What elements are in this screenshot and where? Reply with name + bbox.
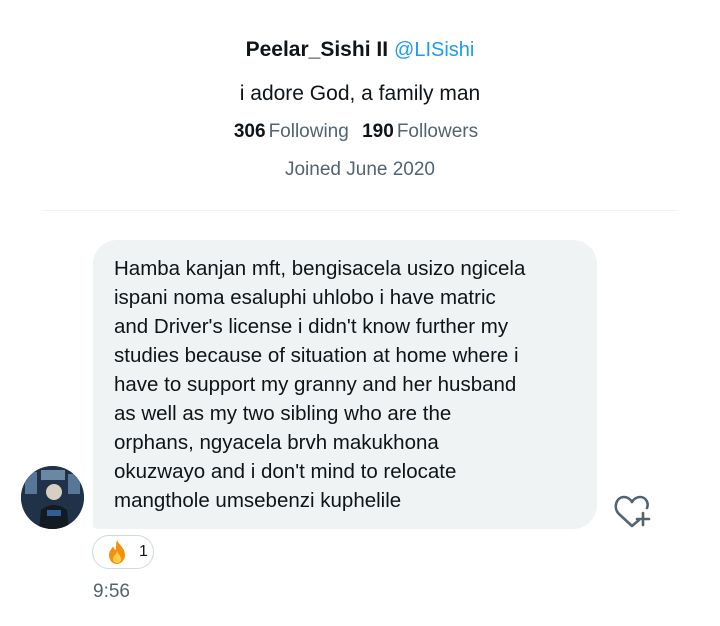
message-timestamp: 9:56 bbox=[93, 581, 130, 602]
message-bubble[interactable]: Hamba kanjan mft, bengisacela usizo ngic… bbox=[93, 240, 597, 529]
joined-date: Joined June 2020 bbox=[284, 159, 435, 180]
following-label: Following bbox=[268, 121, 349, 142]
profile-bio: i adore God, a family man bbox=[239, 82, 481, 105]
heart-plus-icon bbox=[614, 495, 651, 528]
display-name[interactable]: Peelar_Sishi II bbox=[246, 38, 388, 61]
followers-count: 190 bbox=[362, 121, 394, 142]
reaction-count: 1 bbox=[139, 543, 148, 560]
followers-link[interactable]: 190 Followers bbox=[362, 121, 486, 142]
following-count: 306 bbox=[233, 121, 266, 142]
avatar-image bbox=[21, 466, 84, 529]
following-link[interactable]: 306 Following bbox=[234, 121, 362, 142]
message-text: Hamba kanjan mft, bengisacela usizo ngic… bbox=[114, 257, 526, 512]
reaction-pill[interactable]: 1 bbox=[92, 535, 154, 569]
profile-stats: 306 Following 190 Followers bbox=[0, 119, 720, 145]
profile-handle[interactable]: @LISishi bbox=[394, 39, 474, 61]
followers-label: Followers bbox=[396, 121, 479, 142]
profile-name-row: Peelar_Sishi II @LISishi bbox=[0, 36, 720, 64]
divider bbox=[42, 210, 678, 211]
avatar[interactable] bbox=[21, 466, 84, 529]
add-reaction-button[interactable] bbox=[611, 490, 653, 532]
fire-icon bbox=[109, 540, 125, 564]
